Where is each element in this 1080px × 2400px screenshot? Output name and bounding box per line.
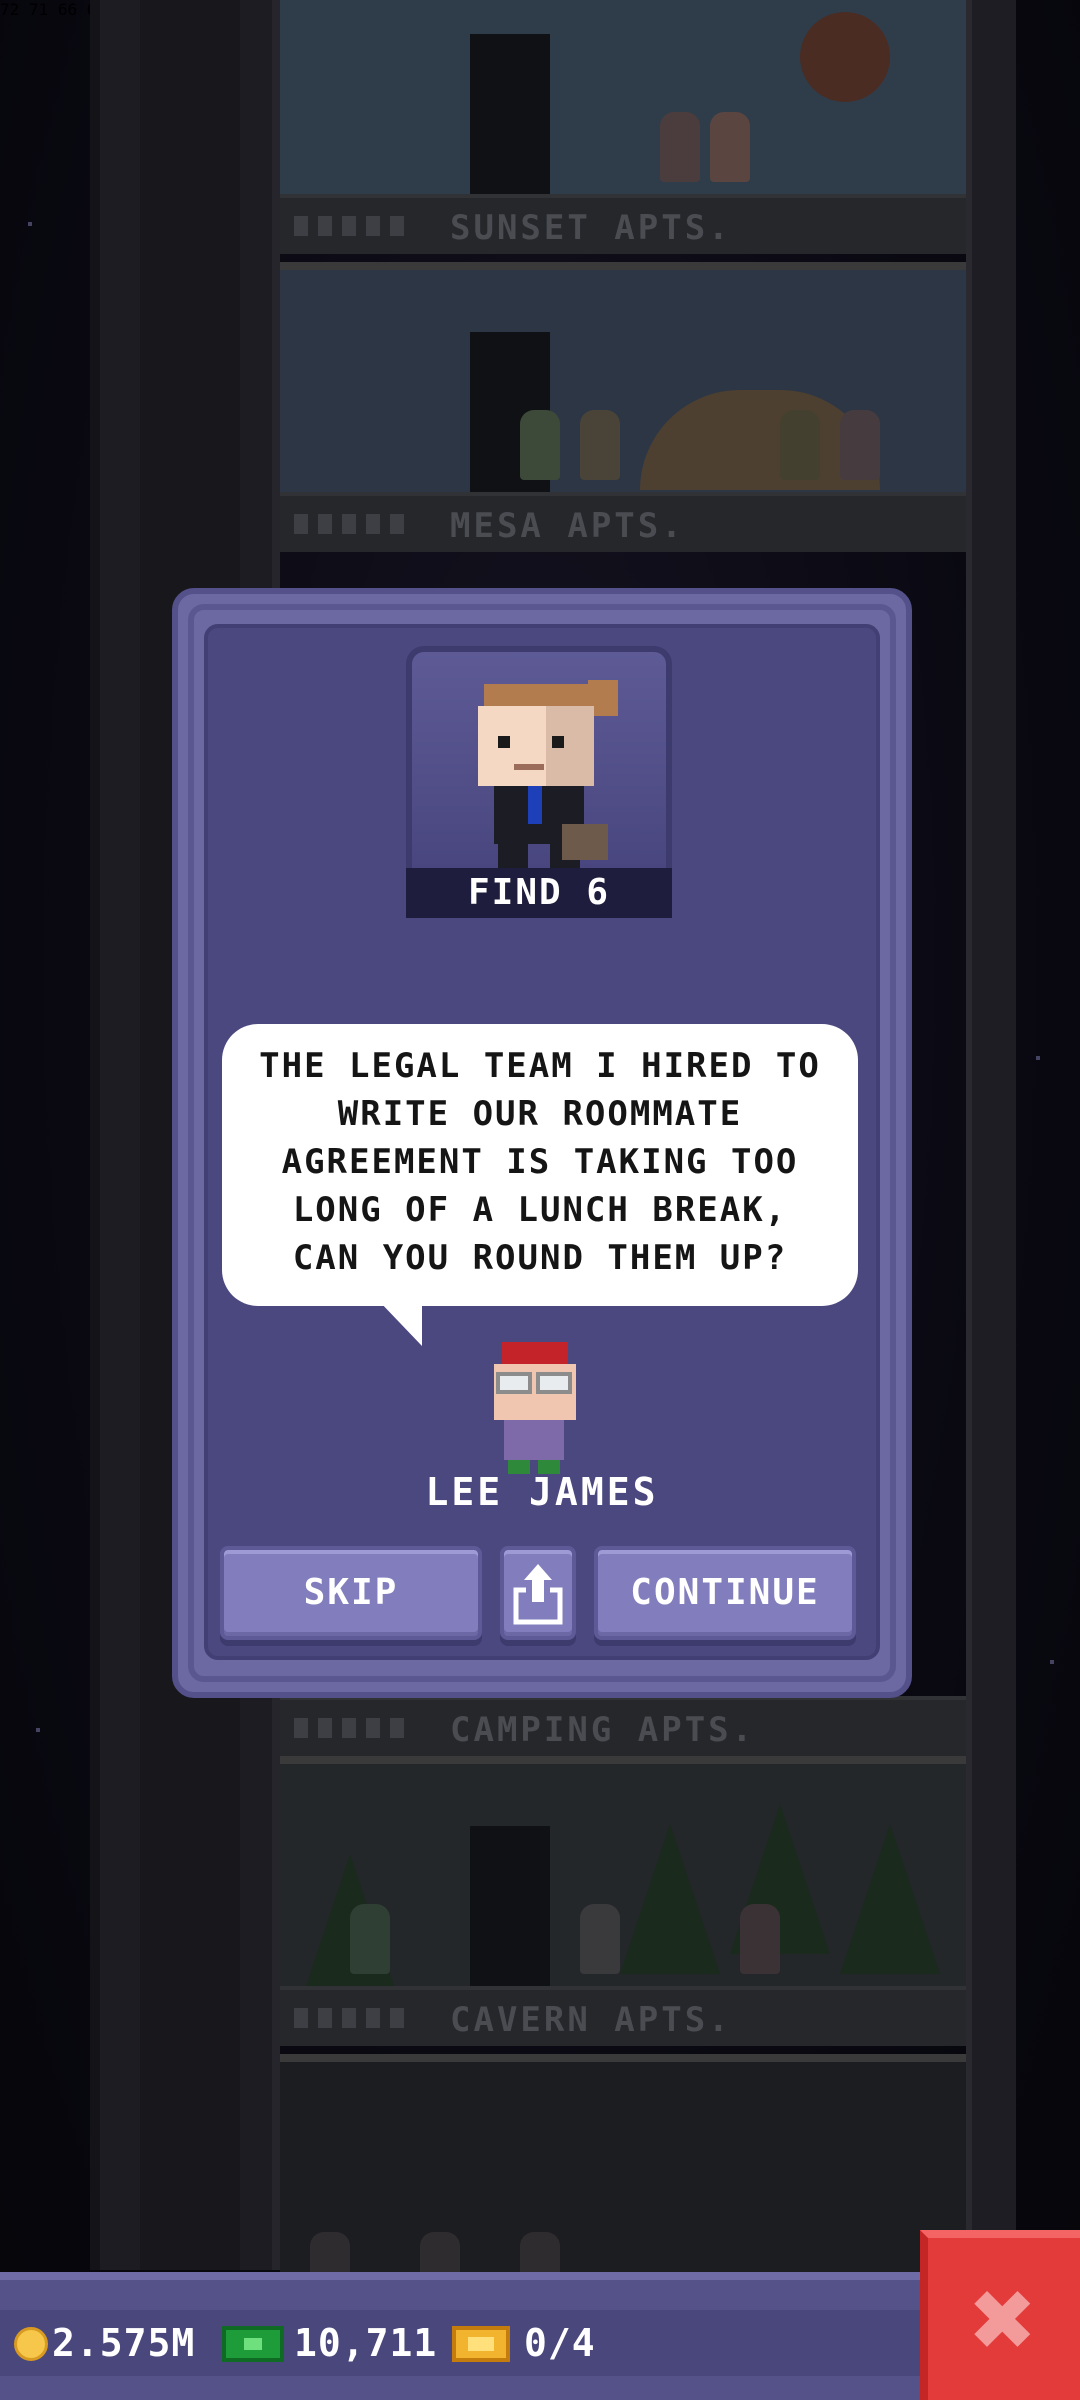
floor-name: CAVERN APTS. (450, 2000, 732, 2040)
resident (350, 1904, 390, 1974)
decoration (800, 12, 890, 102)
resource-bar: 2.575M 10,711 0/4 (0, 2272, 920, 2400)
star (1036, 1056, 1040, 1060)
npc-name: LEE JAMES (425, 1470, 659, 1514)
floor-room (280, 1756, 966, 2004)
lawyer-mouth (514, 764, 544, 770)
floor-room (280, 0, 966, 194)
continue-button[interactable]: CONTINUE (594, 1546, 856, 1640)
skip-button[interactable]: SKIP (220, 1546, 482, 1640)
quest-message: THE LEGAL TEAM I HIRED TO WRITE OUR ROOM… (259, 1046, 821, 1278)
floor-number: 72 (0, 0, 20, 19)
floor-name: MESA APTS. (450, 506, 685, 546)
resident (520, 410, 560, 480)
floor-66[interactable]: CAVERN APTS. (280, 1756, 966, 2056)
npc-glasses (496, 1372, 532, 1394)
tree (840, 1824, 940, 1974)
floor-sign: CAMPING APTS. (280, 1696, 966, 1756)
floor-name: CAMPING APTS. (450, 1710, 756, 1750)
npc-shirt (504, 1420, 564, 1460)
share-icon (513, 1564, 563, 1625)
resident (710, 112, 750, 182)
floor-72[interactable]: SUNSET APTS. (280, 0, 966, 264)
quest-goal: FIND 6 (406, 868, 672, 918)
floor-number: 71 (28, 0, 49, 19)
speech-bubble-tail (378, 1300, 422, 1346)
close-icon: ✖ (970, 2255, 1038, 2383)
floor-name: SUNSET APTS. (450, 208, 732, 248)
floor-71[interactable]: MESA APTS. (280, 262, 966, 562)
floor-number: 66 (57, 0, 78, 19)
npc-glasses (536, 1372, 572, 1394)
tickets-value: 0/4 (524, 2321, 596, 2365)
floor-room (280, 262, 966, 492)
lawyer-eye (498, 736, 510, 748)
resident (580, 1904, 620, 1974)
resident (780, 410, 820, 480)
door (470, 1826, 550, 1986)
floor-sign: CAVERN APTS. (280, 1986, 966, 2046)
resident (840, 410, 880, 480)
star (1050, 1660, 1054, 1664)
tower-bux-icon (222, 2326, 284, 2362)
golden-ticket-icon (452, 2326, 510, 2362)
close-button[interactable]: ✖ (920, 2230, 1080, 2400)
npc-hat (502, 1342, 568, 1364)
floor-room (280, 2054, 966, 2302)
coins-value: 2.575M (52, 2321, 196, 2365)
lawyer-eye (552, 736, 564, 748)
tickets-counter[interactable]: 0/4 (452, 2320, 596, 2366)
star (36, 1728, 40, 1732)
coin-icon (14, 2327, 48, 2361)
resident (580, 410, 620, 480)
door (470, 34, 550, 194)
tower-edge (966, 0, 1016, 2270)
share-button[interactable] (500, 1546, 576, 1640)
bux-counter[interactable]: 10,711 (222, 2320, 437, 2366)
lawyer-leg (498, 844, 528, 868)
lawyer-tie (528, 786, 542, 824)
coins-counter[interactable]: 2.575M (14, 2320, 195, 2366)
star (28, 222, 32, 226)
resident (740, 1904, 780, 1974)
npc-sprite (484, 1338, 586, 1478)
floor-sign: SUNSET APTS. (280, 194, 966, 254)
lawyer-hair (484, 684, 594, 706)
bux-value: 10,711 (294, 2321, 438, 2365)
floor-sign: MESA APTS. (280, 492, 966, 552)
briefcase-icon (562, 824, 608, 860)
resident (660, 112, 700, 182)
tree (620, 1824, 720, 1974)
